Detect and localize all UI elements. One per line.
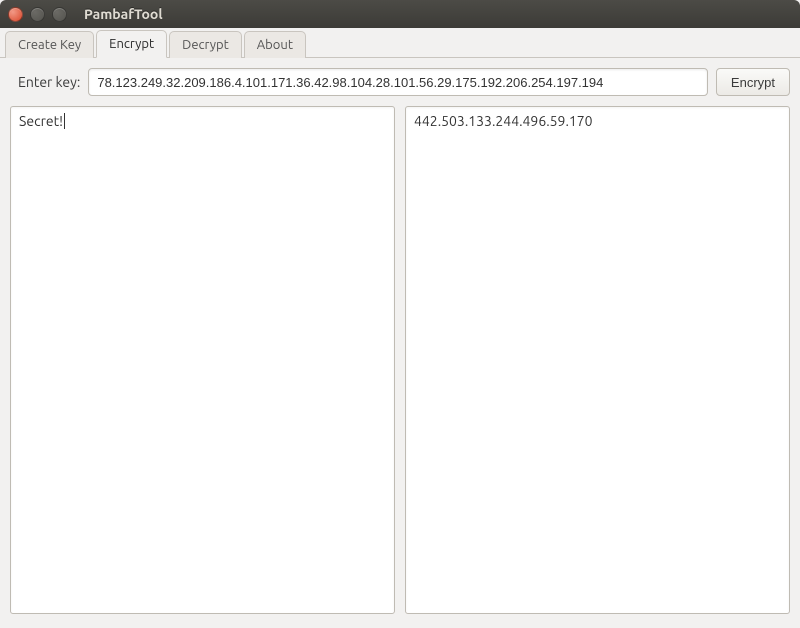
- window-maximize-button[interactable]: [52, 7, 67, 22]
- panes: Secret! 442.503.133.244.496.59.170: [10, 106, 790, 614]
- client-area: Create Key Encrypt Decrypt About Enter k…: [0, 28, 800, 628]
- key-label: Enter key:: [10, 74, 80, 90]
- tab-encrypt[interactable]: Encrypt: [96, 30, 167, 58]
- window-close-button[interactable]: [8, 7, 23, 22]
- tab-content-encrypt: Enter key: Encrypt Secret! 442.503.133.2…: [0, 58, 800, 628]
- window-minimize-button[interactable]: [30, 7, 45, 22]
- encrypt-button[interactable]: Encrypt: [716, 68, 790, 96]
- plaintext-text: Secret!: [19, 113, 65, 129]
- titlebar: PambafTool: [0, 0, 800, 28]
- tab-decrypt[interactable]: Decrypt: [169, 31, 242, 58]
- plaintext-input[interactable]: Secret!: [10, 106, 395, 614]
- key-row: Enter key: Encrypt: [10, 68, 790, 96]
- window-title: PambafTool: [84, 6, 163, 22]
- key-input[interactable]: [88, 68, 708, 96]
- tab-create-key[interactable]: Create Key: [5, 31, 94, 58]
- tab-about[interactable]: About: [244, 31, 306, 58]
- tabbar: Create Key Encrypt Decrypt About: [0, 28, 800, 58]
- ciphertext-output[interactable]: 442.503.133.244.496.59.170: [405, 106, 790, 614]
